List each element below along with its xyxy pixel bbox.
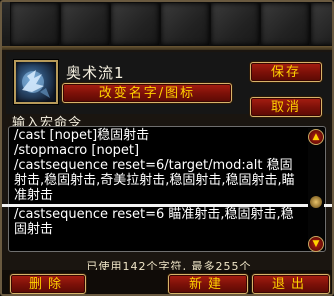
macro-slot[interactable]	[110, 2, 160, 46]
macro-window: 奥术流1 改变名字/图标 保存 取消 输入宏命令 /cast [nopet]稳固…	[0, 0, 334, 296]
exit-button[interactable]: 退出	[252, 274, 330, 294]
save-button[interactable]: 保存	[250, 62, 322, 82]
macro-slot[interactable]	[210, 2, 260, 46]
scrollbar-track[interactable]	[308, 128, 324, 250]
macro-text[interactable]: /cast [nopet]稳固射击 /stopmacro [nopet] /ca…	[14, 128, 304, 203]
macro-name: 奥术流1	[66, 64, 125, 82]
change-name-icon-button[interactable]: 改变名字/图标	[62, 83, 232, 103]
macro-slot[interactable]	[160, 2, 210, 46]
macro-slot[interactable]	[260, 2, 310, 46]
delete-button[interactable]: 删除	[10, 274, 86, 294]
macro-slot[interactable]	[60, 2, 110, 46]
macro-slot-strip	[2, 2, 332, 50]
arcane-shot-icon[interactable]	[14, 60, 58, 104]
scrollbar-thumb[interactable]	[310, 196, 322, 208]
new-button[interactable]: 新建	[168, 274, 248, 294]
divider	[2, 46, 332, 50]
scroll-up-icon[interactable]: ▲	[308, 129, 324, 145]
macro-text-continued[interactable]: /castsequence reset=6 瞄准射击,稳固射击,稳固射击	[14, 207, 304, 237]
macro-slot[interactable]	[310, 2, 332, 46]
cancel-button[interactable]: 取消	[250, 97, 322, 117]
macro-slot[interactable]	[10, 2, 60, 46]
scroll-down-icon[interactable]: ▼	[308, 236, 324, 252]
